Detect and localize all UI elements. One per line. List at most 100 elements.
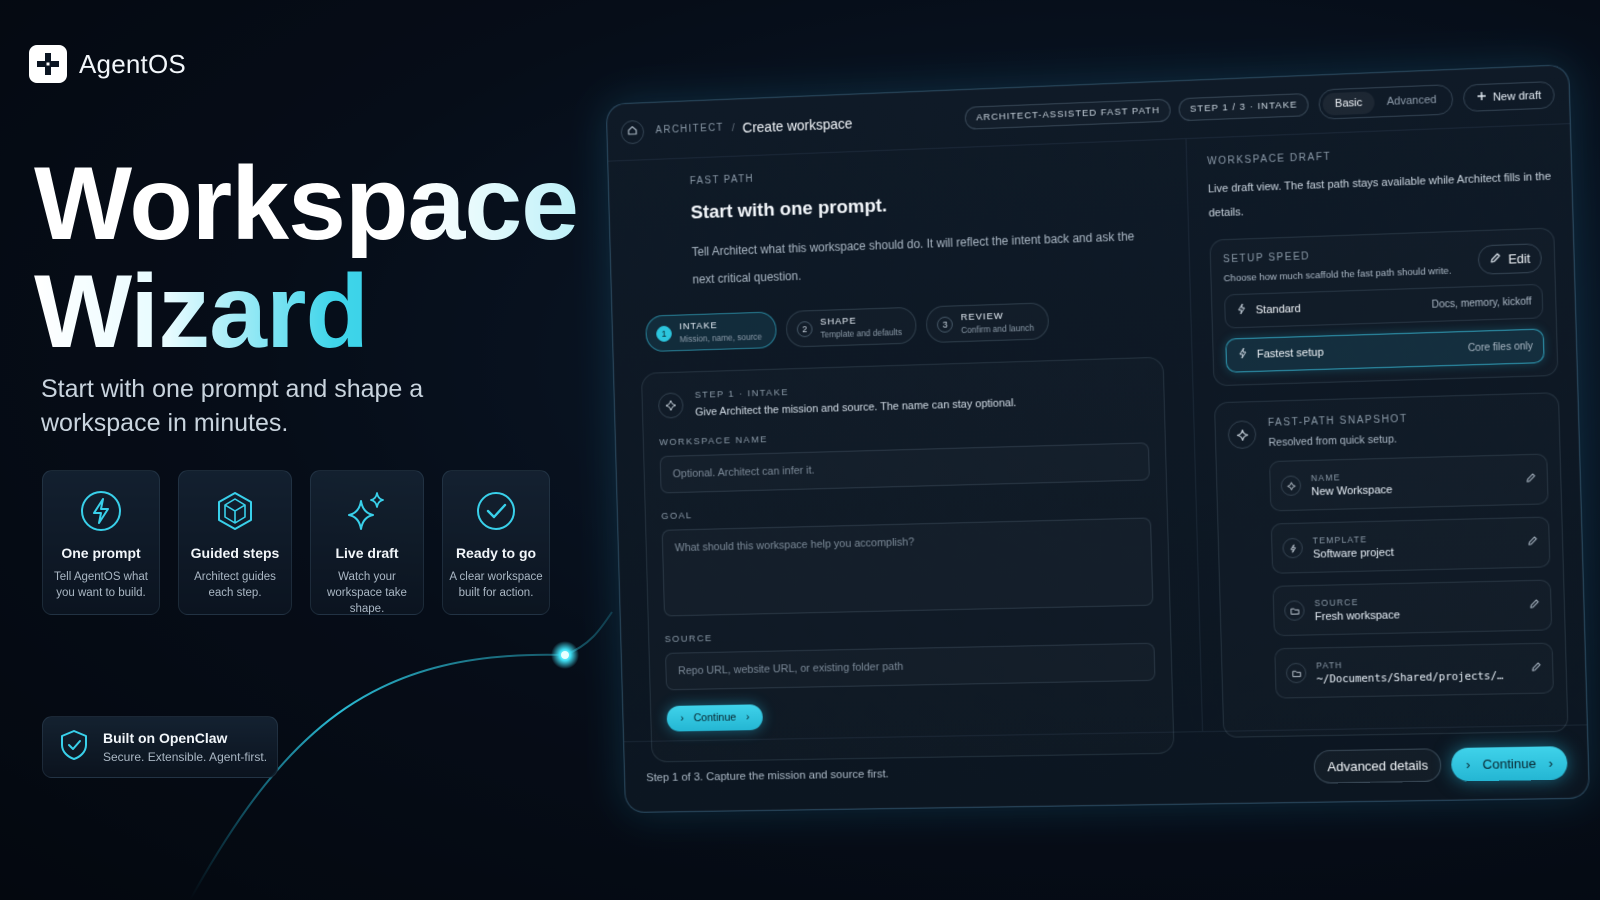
brand-name: AgentOS <box>79 49 186 80</box>
mode-advanced-button[interactable]: Advanced <box>1374 88 1449 113</box>
speed-option-detail: Docs, memory, kickoff <box>1432 296 1532 310</box>
continue-label: Continue <box>1482 756 1536 772</box>
home-button[interactable] <box>621 119 645 144</box>
feature-desc: A clear workspace built for action. <box>443 569 549 601</box>
speed-option-fastest[interactable]: Fastest setup Core files only <box>1225 329 1544 373</box>
tab-review[interactable]: 3 REVIEW Confirm and launch <box>926 302 1049 343</box>
snapshot-row-name: NAME New Workspace <box>1269 454 1549 512</box>
pencil-icon[interactable] <box>1527 533 1539 552</box>
lightning-icon <box>43 487 159 535</box>
speed-option-name: Fastest setup <box>1257 342 1460 360</box>
lightning-icon <box>1237 346 1250 364</box>
mode-pill: ARCHITECT-ASSISTED FAST PATH <box>965 99 1171 130</box>
pencil-icon[interactable] <box>1530 659 1542 678</box>
cube-icon <box>179 487 291 535</box>
pencil-icon <box>1490 252 1503 268</box>
chevron-right-icon: › <box>746 711 750 723</box>
snapshot-row-label: SOURCE <box>1314 593 1518 608</box>
source-input[interactable]: Repo URL, website URL, or existing folde… <box>665 643 1155 691</box>
feature-card: Live draft Watch your workspace take sha… <box>310 470 424 615</box>
draft-eyebrow: WORKSPACE DRAFT <box>1207 143 1552 167</box>
intake-form-card: STEP 1 · INTAKE Give Architect the missi… <box>641 357 1175 763</box>
sparkle-icon <box>311 487 423 535</box>
continue-button[interactable]: › Continue › <box>1451 746 1568 781</box>
draft-description: Live draft view. The fast path stays ava… <box>1208 164 1554 225</box>
footer-status: Step 1 of 3. Capture the mission and sou… <box>646 761 1314 784</box>
feature-title: Guided steps <box>179 545 291 561</box>
snapshot-row-path: PATH ~/Documents/Shared/projects/… <box>1274 643 1554 699</box>
brand: AgentOS <box>29 45 186 83</box>
built-subtitle: Secure. Extensible. Agent-first. <box>103 750 267 764</box>
form-continue-label: Continue <box>693 712 736 725</box>
sparkle-icon <box>1228 420 1257 449</box>
fast-path-heading: Start with one prompt. <box>690 186 1135 224</box>
snapshot-row-source: SOURCE Fresh workspace <box>1273 580 1553 637</box>
feature-list: One prompt Tell AgentOS what you want to… <box>42 470 550 615</box>
chevron-right-icon: › <box>680 713 684 725</box>
step-number: 2 <box>797 321 813 337</box>
breadcrumb-current: Create workspace <box>742 115 852 135</box>
mode-basic-button[interactable]: Basic <box>1323 91 1375 115</box>
main-panel: FAST PATH Start with one prompt. Tell Ar… <box>608 139 1202 741</box>
built-on-badge: Built on OpenClaw Secure. Extensible. Ag… <box>42 716 278 778</box>
mode-toggle: Basic Advanced <box>1318 84 1453 120</box>
hero-subtitle: Start with one prompt and shape a worksp… <box>41 372 461 440</box>
workspace-name-input[interactable]: Optional. Architect can infer it. <box>660 442 1150 493</box>
step-number: 1 <box>656 325 672 341</box>
snapshot-row-value: ~/Documents/Shared/projects/… <box>1316 669 1520 685</box>
plus-icon <box>1476 91 1487 105</box>
hero-title: Workspace Wizard <box>34 150 578 366</box>
feature-card: One prompt Tell AgentOS what you want to… <box>42 470 160 615</box>
edit-button[interactable]: Edit <box>1478 243 1542 275</box>
step-desc: Mission, name, source <box>679 332 762 345</box>
step-number: 3 <box>937 316 953 332</box>
snapshot-row-value: Software project <box>1313 543 1517 560</box>
breadcrumb-root[interactable]: ARCHITECT <box>655 123 724 137</box>
step-desc: Template and defaults <box>820 327 902 340</box>
source-label: SOURCE <box>665 624 1155 645</box>
pencil-icon[interactable] <box>1529 596 1541 615</box>
speed-option-name: Standard <box>1256 299 1424 317</box>
step-pill: STEP 1 / 3 · INTAKE <box>1179 93 1309 121</box>
feature-desc: Architect guides each step. <box>179 569 291 601</box>
pencil-icon[interactable] <box>1525 470 1537 489</box>
edit-label: Edit <box>1508 251 1531 266</box>
chevron-right-icon: › <box>1548 756 1553 771</box>
feature-card: Guided steps Architect guides each step. <box>178 470 292 615</box>
snapshot-row-value: Fresh workspace <box>1315 606 1519 623</box>
feature-desc: Tell AgentOS what you want to build. <box>43 569 159 601</box>
snapshot-header: FAST-PATH SNAPSHOT Resolved from quick s… <box>1228 410 1547 450</box>
workspace-wizard-window: ARCHITECT / Create workspace ARCHITECT-A… <box>606 64 1590 813</box>
sparkle-icon <box>658 392 684 418</box>
feature-title: One prompt <box>43 545 159 561</box>
form-continue-button[interactable]: › Continue › <box>666 704 763 731</box>
feature-desc: Watch your workspace take shape. <box>311 569 423 617</box>
built-title: Built on OpenClaw <box>103 730 267 746</box>
goal-textarea[interactable]: What should this workspace help you acco… <box>662 517 1154 616</box>
folder-icon <box>1286 663 1307 684</box>
new-draft-button[interactable]: New draft <box>1463 81 1555 112</box>
step-title: INTAKE <box>679 319 762 333</box>
sparkle-icon <box>1281 475 1302 496</box>
tab-shape[interactable]: 2 SHAPE Template and defaults <box>786 307 917 348</box>
intake-step-desc: Give Architect the mission and source. T… <box>695 397 1017 418</box>
lightning-icon <box>1235 302 1248 320</box>
snapshot-row-template: TEMPLATE Software project <box>1271 517 1551 574</box>
advanced-details-button[interactable]: Advanced details <box>1314 748 1442 783</box>
fast-path-snapshot: FAST-PATH SNAPSHOT Resolved from quick s… <box>1214 392 1569 738</box>
tab-intake[interactable]: 1 INTAKE Mission, name, source <box>645 311 777 352</box>
setup-speed-card: SETUP SPEED Choose how much scaffold the… <box>1209 227 1558 386</box>
snapshot-row-label: PATH <box>1316 656 1520 670</box>
breadcrumb-separator: / <box>732 122 735 134</box>
workspace-draft-panel: WORKSPACE DRAFT Live draft view. The fas… <box>1185 124 1588 731</box>
speed-option-standard[interactable]: Standard Docs, memory, kickoff <box>1224 284 1543 329</box>
hero-title-line2: Wizard <box>34 258 578 366</box>
check-circle-icon <box>443 487 549 535</box>
snapshot-row-label: TEMPLATE <box>1313 530 1517 545</box>
step-title: REVIEW <box>961 310 1034 323</box>
agentos-logo-icon <box>29 45 67 83</box>
fast-path-intro: FAST PATH Start with one prompt. Tell Ar… <box>690 159 1138 293</box>
new-draft-label: New draft <box>1493 89 1542 103</box>
snapshot-row-value: New Workspace <box>1311 480 1515 497</box>
shield-check-icon <box>59 729 89 766</box>
